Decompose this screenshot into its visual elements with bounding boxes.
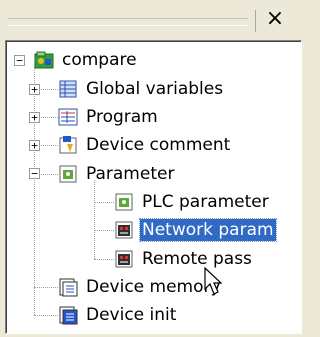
project-tree[interactable]: − + + + − compare Global variables Progr… bbox=[5, 40, 302, 334]
tree-item-network-param[interactable]: Network param bbox=[114, 217, 277, 243]
remote-password-icon bbox=[114, 249, 134, 269]
tree-item-label: compare bbox=[62, 50, 137, 70]
titlebar-separator bbox=[255, 10, 256, 32]
tree-item-label: Parameter bbox=[86, 164, 175, 184]
tree-item-device-comment[interactable]: Device comment bbox=[58, 132, 232, 158]
tree-item-device-memory[interactable]: Device memory bbox=[58, 274, 223, 300]
close-icon[interactable]: × bbox=[262, 8, 288, 30]
tree-item-label: Device memory bbox=[86, 277, 221, 297]
tree-item-label: PLC parameter bbox=[142, 192, 269, 212]
tree-item-compare[interactable]: compare bbox=[34, 47, 139, 73]
tree-item-label: Network param bbox=[139, 218, 277, 242]
parameter-icon bbox=[58, 164, 78, 184]
expand-toggle-program[interactable]: + bbox=[29, 112, 40, 123]
device-init-icon bbox=[58, 305, 78, 325]
tree-item-global-variables[interactable]: Global variables bbox=[58, 76, 225, 102]
tree-item-plc-parameter[interactable]: PLC parameter bbox=[114, 189, 271, 215]
tree-line bbox=[94, 230, 114, 231]
tree-line bbox=[34, 67, 35, 315]
tree-item-parameter[interactable]: Parameter bbox=[58, 161, 176, 187]
plc-parameter-icon bbox=[114, 192, 134, 212]
tree-item-label: Program bbox=[86, 107, 158, 127]
tree-item-label: Device comment bbox=[86, 135, 231, 155]
tree-item-remote-pass[interactable]: Remote pass bbox=[114, 246, 254, 272]
docked-window-titlebar: × bbox=[0, 0, 305, 40]
collapse-toggle-parameter[interactable]: − bbox=[29, 168, 40, 179]
tree-line bbox=[34, 287, 58, 288]
tree-item-label: Global variables bbox=[86, 79, 224, 99]
network-parameter-icon bbox=[114, 220, 134, 240]
tree-line bbox=[94, 202, 114, 203]
device-memory-icon bbox=[58, 277, 78, 297]
tree-line bbox=[94, 180, 95, 259]
collapse-toggle-compare[interactable]: − bbox=[14, 55, 25, 66]
titlebar-grip[interactable] bbox=[8, 18, 248, 26]
device-comment-icon bbox=[58, 135, 78, 155]
expand-toggle-global-variables[interactable]: + bbox=[29, 84, 40, 95]
tree-item-program[interactable]: Program bbox=[58, 104, 160, 130]
project-icon bbox=[34, 50, 54, 70]
global-variables-icon bbox=[58, 79, 78, 99]
tree-item-device-init[interactable]: Device init bbox=[58, 302, 178, 328]
tree-line bbox=[34, 315, 58, 316]
program-icon bbox=[58, 107, 78, 127]
expand-toggle-device-comment[interactable]: + bbox=[29, 140, 40, 151]
tree-item-label: Device init bbox=[86, 305, 177, 325]
tree-item-label: Remote pass bbox=[142, 249, 252, 269]
tree-line bbox=[94, 259, 114, 260]
mouse-pointer-icon bbox=[204, 267, 223, 295]
